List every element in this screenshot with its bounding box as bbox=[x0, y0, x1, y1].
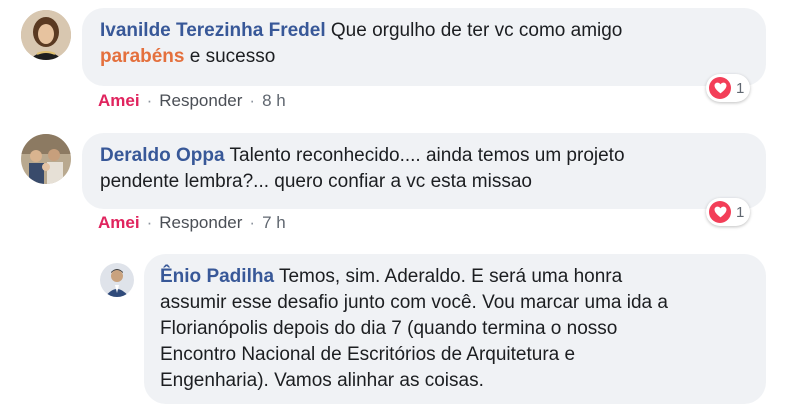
reaction-count: 1 bbox=[736, 79, 745, 97]
avatar-enio[interactable] bbox=[100, 263, 134, 297]
reply-text-line: Encontro Nacional de Escritórios de Arqu… bbox=[160, 344, 576, 365]
reply-text: Temos, sim. Aderaldo. E será uma honra bbox=[274, 266, 623, 287]
reaction-count: 1 bbox=[736, 203, 745, 221]
reply-text-line: Engenharia). Vamos alinhar as coisas. bbox=[160, 370, 484, 391]
comment-bubble-1: Ivanilde Terezinha Fredel Que orgulho de… bbox=[82, 8, 766, 86]
avatar-photo bbox=[21, 10, 71, 60]
avatar-photo bbox=[100, 263, 134, 297]
comment-author[interactable]: Deraldo Oppa bbox=[100, 145, 225, 166]
separator: · bbox=[249, 213, 256, 232]
reply-bubble: Ênio Padilha Temos, sim. Aderaldo. E ser… bbox=[144, 254, 766, 404]
reply-button[interactable]: Responder bbox=[159, 213, 242, 232]
love-button[interactable]: Amei bbox=[98, 213, 140, 232]
comment-author[interactable]: Ivanilde Terezinha Fredel bbox=[100, 20, 326, 41]
reply-text-line: assumir esse desafio junto com você. Vou… bbox=[160, 292, 668, 313]
avatar-deraldo[interactable] bbox=[21, 134, 71, 184]
heart-icon bbox=[709, 201, 731, 223]
love-button[interactable]: Amei bbox=[98, 91, 140, 110]
comment-actions: Amei · Responder · 8 h bbox=[98, 91, 286, 111]
highlighted-word[interactable]: parabéns bbox=[100, 46, 184, 67]
separator: · bbox=[249, 91, 256, 110]
comment-bubble-2: Deraldo Oppa Talento reconhecido.... ain… bbox=[82, 133, 766, 209]
timestamp[interactable]: 8 h bbox=[262, 91, 286, 110]
reply-button[interactable]: Responder bbox=[159, 91, 242, 110]
reply-text-line: Florianópolis depois do dia 7 (quando te… bbox=[160, 318, 618, 339]
separator: · bbox=[146, 213, 153, 232]
avatar-ivanilde[interactable] bbox=[21, 10, 71, 60]
comment-text: Talento reconhecido.... ainda temos um p… bbox=[224, 145, 625, 166]
comment-text-continued: pendente lembra?... quero confiar a vc e… bbox=[100, 171, 532, 192]
comment-text: Que orgulho de ter vc como amigo bbox=[325, 20, 623, 41]
reaction-counter[interactable]: 1 bbox=[706, 198, 751, 226]
avatar-photo bbox=[21, 134, 71, 184]
comment-text-continued: e sucesso bbox=[184, 46, 276, 67]
reply-author[interactable]: Ênio Padilha bbox=[160, 266, 274, 287]
comment-actions: Amei · Responder · 7 h bbox=[98, 213, 286, 233]
reaction-counter[interactable]: 1 bbox=[706, 74, 751, 102]
timestamp[interactable]: 7 h bbox=[262, 213, 286, 232]
separator: · bbox=[146, 91, 153, 110]
heart-icon bbox=[709, 77, 731, 99]
